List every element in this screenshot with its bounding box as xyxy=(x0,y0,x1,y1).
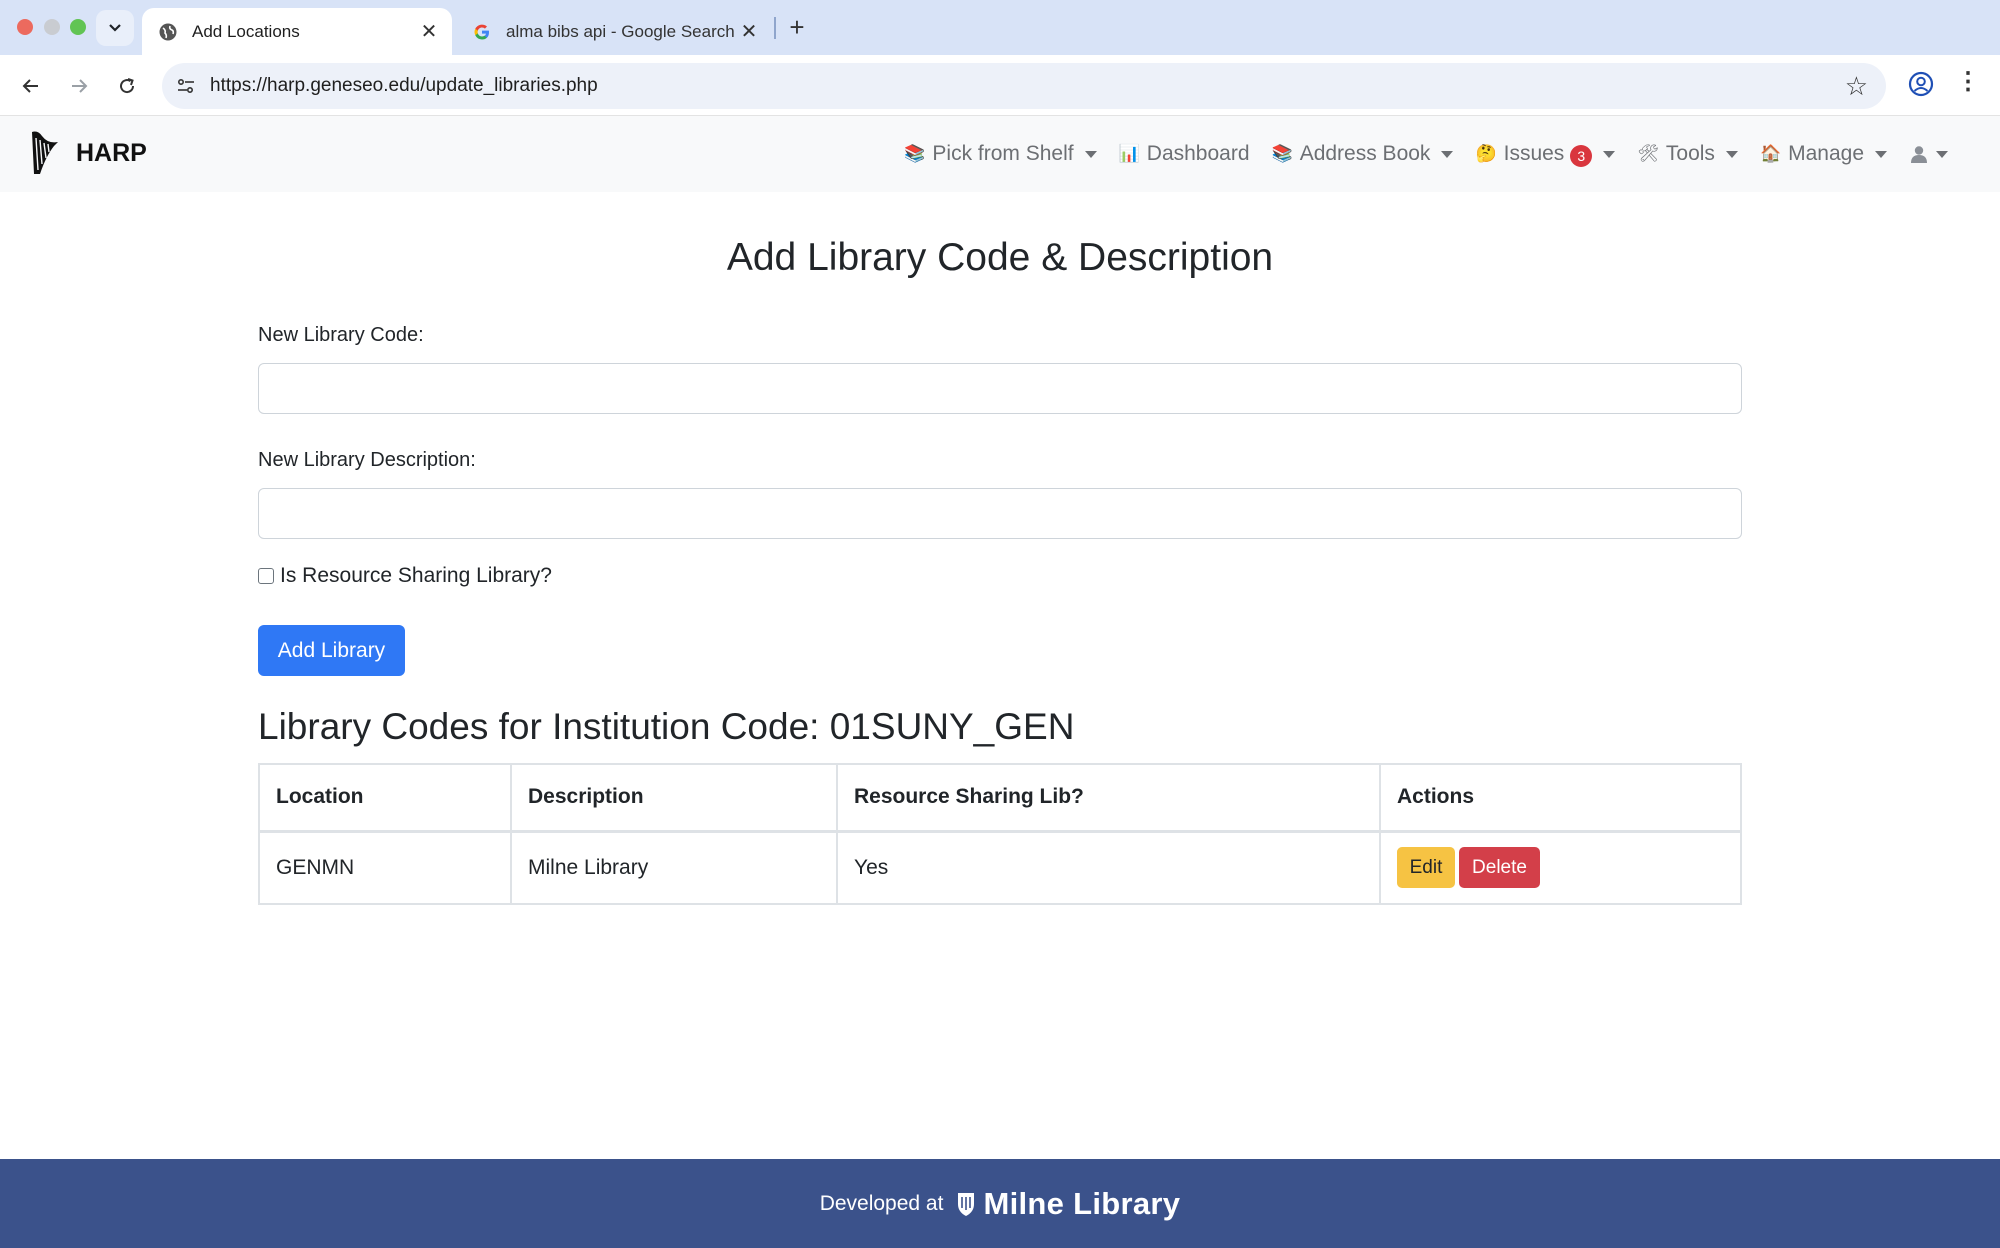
nav-pick-from-shelf[interactable]: 📚 Pick from Shelf xyxy=(904,142,1097,166)
brand-link[interactable]: HARP xyxy=(28,130,147,176)
delete-button[interactable]: Delete xyxy=(1459,847,1540,889)
tab-add-locations[interactable]: Add Locations ✕ xyxy=(142,8,452,55)
table-row: GENMN Milne Library Yes Edit Delete xyxy=(258,830,1742,905)
google-icon xyxy=(472,22,492,42)
section-title: Library Codes for Institution Code: 01SU… xyxy=(258,706,1075,747)
tab-separator xyxy=(774,17,776,39)
arrow-left-icon xyxy=(22,79,38,93)
close-tab-icon[interactable]: ✕ xyxy=(734,19,764,44)
globe-icon xyxy=(158,22,178,42)
thinking-face-icon: 🤔 xyxy=(1475,144,1497,163)
books-icon: 📚 xyxy=(1271,144,1293,163)
new-tab-button[interactable]: + xyxy=(782,12,812,42)
column-header-location: Location xyxy=(258,763,512,833)
nav-dashboard[interactable]: 📊 Dashboard xyxy=(1119,142,1250,166)
resource-sharing-checkbox[interactable] xyxy=(258,568,274,584)
library-code-input[interactable] xyxy=(258,363,1742,414)
page-title: Add Library Code & Description xyxy=(726,236,1274,279)
library-description-label: New Library Description: xyxy=(258,449,476,471)
tab-title: Add Locations xyxy=(192,21,300,41)
column-header-description: Description xyxy=(510,763,838,833)
nav-menu: 📚 Pick from Shelf 📊 Dashboard 📚 Address … xyxy=(882,116,1948,192)
app-navbar: HARP 📚 Pick from Shelf 📊 Dashboard 📚 Add… xyxy=(0,116,2000,192)
user-icon xyxy=(1911,146,1927,163)
maximize-window-button[interactable] xyxy=(70,19,86,35)
footer: Developed at Milne Library xyxy=(0,1159,2000,1248)
tab-search-button[interactable] xyxy=(96,10,134,46)
nav-tools[interactable]: 🛠 Tools xyxy=(1637,142,1738,166)
bookmark-star-icon[interactable]: ☆ xyxy=(1845,71,1868,102)
close-window-button[interactable] xyxy=(17,19,33,35)
minimize-window-button[interactable] xyxy=(44,19,60,35)
caret-down-icon xyxy=(1875,150,1887,158)
cell-actions: Edit Delete xyxy=(1379,830,1742,905)
nav-label: Address Book xyxy=(1299,142,1431,165)
library-code-label: New Library Code: xyxy=(258,324,424,346)
edit-button[interactable]: Edit xyxy=(1397,847,1455,889)
column-header-actions: Actions xyxy=(1379,763,1742,833)
shield-crest-icon xyxy=(958,1192,975,1216)
caret-down-icon xyxy=(1084,150,1097,158)
nav-label: Dashboard xyxy=(1146,142,1250,165)
nav-label: Manage xyxy=(1788,142,1864,165)
column-header-resource-sharing: Resource Sharing Lib? xyxy=(836,763,1381,833)
more-menu-icon[interactable]: ⋮ xyxy=(1956,67,1980,96)
reload-button[interactable] xyxy=(110,69,144,103)
issues-count-badge: 3 xyxy=(1570,145,1593,167)
caret-down-icon xyxy=(1725,150,1738,158)
arrow-right-icon xyxy=(72,79,88,93)
bar-chart-icon: 📊 xyxy=(1118,144,1140,163)
brand-name: HARP xyxy=(76,138,147,167)
chevron-down-icon xyxy=(109,24,121,32)
resource-sharing-row: Is Resource Sharing Library? xyxy=(258,564,552,588)
close-tab-icon[interactable]: ✕ xyxy=(414,19,444,44)
add-library-button[interactable]: Add Library xyxy=(258,625,405,676)
nav-label: Tools xyxy=(1665,142,1715,165)
nav-manage[interactable]: 🏠 Manage xyxy=(1760,142,1887,166)
nav-user-menu[interactable] xyxy=(1909,144,1948,164)
library-description-input[interactable] xyxy=(258,488,1742,539)
tab-title: alma bibs api - Google Search xyxy=(506,21,734,41)
footer-text: Developed at xyxy=(819,1191,944,1215)
nav-address-book[interactable]: 📚 Address Book xyxy=(1272,142,1454,166)
reload-icon xyxy=(120,78,135,94)
address-bar[interactable]: https://harp.geneseo.edu/update_librarie… xyxy=(162,63,1886,109)
tools-icon: 🛠 xyxy=(1637,144,1659,163)
caret-down-icon xyxy=(1936,150,1948,158)
milne-library-logo[interactable]: Milne Library xyxy=(955,1186,1180,1222)
caret-down-icon xyxy=(1603,150,1616,158)
house-icon: 🏠 xyxy=(1759,144,1782,163)
profile-icon[interactable] xyxy=(1906,69,1936,99)
cell-resource-sharing: Yes xyxy=(836,830,1381,905)
footer-logo-text: Milne Library xyxy=(983,1185,1181,1221)
url-text: https://harp.geneseo.edu/update_librarie… xyxy=(210,75,598,96)
harp-logo-icon xyxy=(32,131,58,174)
back-button[interactable] xyxy=(14,69,48,103)
cell-location: GENMN xyxy=(258,830,512,905)
browser-toolbar: https://harp.geneseo.edu/update_librarie… xyxy=(0,55,2000,116)
nav-label: Pick from Shelf xyxy=(932,142,1074,165)
tab-google-search[interactable]: alma bibs api - Google Search ✕ xyxy=(462,8,772,55)
nav-label: Issues xyxy=(1503,142,1565,165)
caret-down-icon xyxy=(1441,150,1454,158)
forward-button[interactable] xyxy=(62,69,96,103)
books-icon: 📚 xyxy=(904,144,926,163)
library-codes-table: Location Description Resource Sharing Li… xyxy=(258,763,1742,905)
nav-issues[interactable]: 🤔 Issues 3 xyxy=(1475,141,1616,167)
cell-description: Milne Library xyxy=(510,830,838,905)
site-settings-icon[interactable] xyxy=(176,76,196,96)
table-header-row: Location Description Resource Sharing Li… xyxy=(258,763,1742,833)
resource-sharing-label: Is Resource Sharing Library? xyxy=(280,564,552,587)
browser-tab-bar: Add Locations ✕ alma bibs api - Google S… xyxy=(0,0,2000,55)
